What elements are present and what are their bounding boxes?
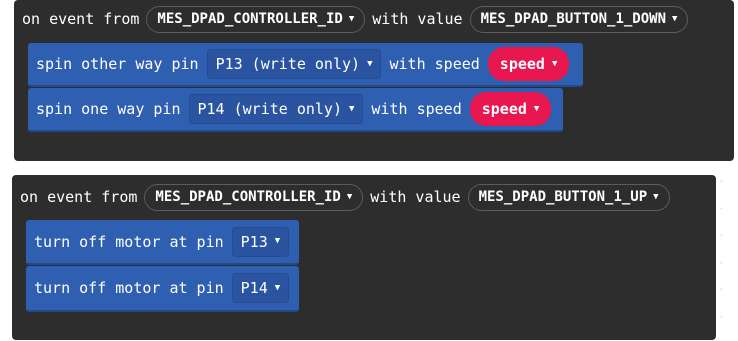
on-event-from-label: on event from [22,10,140,28]
turn-off-motor-label: turn off motor at pin [34,279,224,297]
turn-off-motor-block[interactable]: turn off motor at pin P13 ▼ [26,220,299,265]
event-value-dropdown[interactable]: MES_DPAD_BUTTON_1_DOWN ▼ [469,5,689,33]
controller-id-dropdown[interactable]: MES_DPAD_CONTROLLER_ID ▼ [144,183,364,211]
pin-dropdown[interactable]: P14 ▼ [231,273,290,303]
event-value: MES_DPAD_BUTTON_1_DOWN [480,11,667,27]
caret-down-icon: ▼ [367,58,373,69]
speed-variable-label: speed [481,100,527,118]
pin-value: P14 (write only) [197,100,343,118]
with-speed-label: with speed [371,100,462,118]
on-event-from-label: on event from [20,188,138,206]
spin-other-way-label: spin other way pin [36,55,199,73]
event-value-dropdown[interactable]: MES_DPAD_BUTTON_1_UP ▼ [467,183,670,211]
controller-id-value: MES_DPAD_CONTROLLER_ID [155,189,341,205]
with-value-label: with value [372,10,463,28]
turn-off-motor-label: turn off motor at pin [34,232,224,251]
caret-down-icon: ▼ [348,13,355,24]
event-value: MES_DPAD_BUTTON_1_UP [478,189,648,205]
spin-one-way-label: spin one way pin [36,100,181,118]
controller-id-value: MES_DPAD_CONTROLLER_ID [157,11,343,27]
pin-dropdown[interactable]: P13 ▼ [231,226,290,257]
caret-down-icon: ▼ [533,103,540,114]
spin-other-way-block[interactable]: spin other way pin P13 (write only) ▼ wi… [28,43,583,87]
event-header: on event from MES_DPAD_CONTROLLER_ID ▼ w… [14,0,734,38]
spin-one-way-block[interactable]: spin one way pin P14 (write only) ▼ with… [28,88,563,132]
pin-value: P13 (write only) [215,55,361,73]
with-value-label: with value [370,188,461,206]
caret-down-icon: ▼ [274,282,281,293]
caret-down-icon: ▼ [653,191,659,202]
caret-down-icon: ▼ [551,58,558,69]
speed-variable-dropdown[interactable]: speed ▼ [487,47,570,81]
turn-off-motor-block[interactable]: turn off motor at pin P14 ▼ [26,266,299,312]
controller-id-dropdown[interactable]: MES_DPAD_CONTROLLER_ID ▼ [146,5,366,33]
pin-dropdown[interactable]: P13 (write only) ▼ [206,49,382,79]
event-header: on event from MES_DPAD_CONTROLLER_ID ▼ w… [12,175,716,219]
caret-down-icon: ▼ [349,103,355,114]
with-speed-label: with speed [389,55,480,73]
caret-down-icon: ▼ [672,13,678,24]
pin-dropdown[interactable]: P14 (write only) ▼ [188,94,364,124]
pin-value: P14 [240,279,268,297]
blocks-workspace: on event from MES_DPAD_CONTROLLER_ID ▼ w… [0,0,738,341]
pin-value: P13 [240,232,268,251]
speed-variable-dropdown[interactable]: speed ▼ [469,92,552,126]
caret-down-icon: ▼ [346,191,353,202]
speed-variable-label: speed [499,55,545,73]
caret-down-icon: ▼ [274,236,281,246]
